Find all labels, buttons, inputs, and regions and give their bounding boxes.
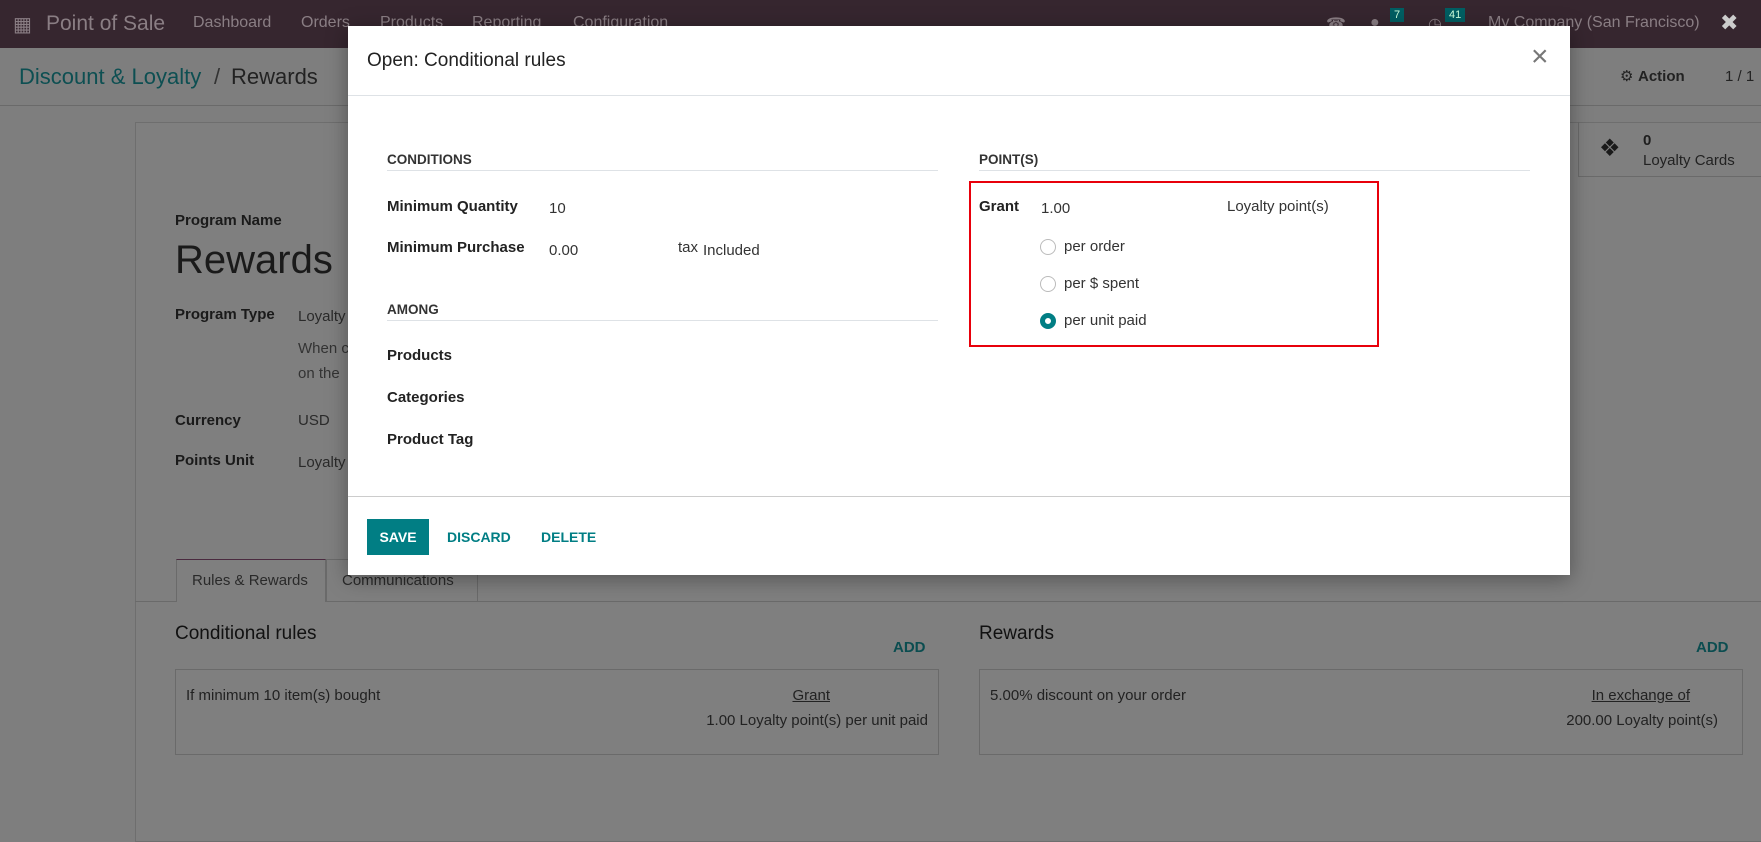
- delete-button[interactable]: DELETE: [529, 519, 608, 555]
- option-per-order[interactable]: per order: [1064, 238, 1125, 255]
- among-divider: [387, 320, 938, 321]
- program-type-value[interactable]: Loyalty: [298, 308, 346, 325]
- reward-card[interactable]: 5.00% discount on your order In exchange…: [979, 669, 1743, 755]
- pager[interactable]: 1 / 1: [1725, 68, 1754, 85]
- reward-exchange-value: 200.00 Loyalty point(s): [1566, 712, 1718, 729]
- currency-label: Currency: [175, 412, 241, 429]
- grant-label: Grant: [979, 198, 1020, 215]
- loyalty-cards-stat-button[interactable]: ❖ 0 Loyalty Cards: [1578, 122, 1761, 177]
- menu-orders[interactable]: Orders: [301, 14, 350, 32]
- min-quantity-input[interactable]: 10: [549, 200, 566, 217]
- stat-count: 0: [1643, 132, 1652, 149]
- footer-divider: [348, 496, 1570, 497]
- rule-grant-label: Grant: [792, 687, 830, 704]
- add-reward-button[interactable]: ADD: [1696, 639, 1729, 656]
- points-unit-label: Points Unit: [175, 452, 255, 469]
- radio-per-order[interactable]: [1040, 239, 1056, 255]
- activities-badge: 41: [1445, 8, 1466, 22]
- program-name[interactable]: Rewards: [175, 238, 333, 283]
- products-label: Products: [387, 347, 453, 364]
- points-unit: Loyalty point(s): [1227, 198, 1329, 215]
- min-purchase-input[interactable]: 0.00: [549, 242, 578, 259]
- reward-description: 5.00% discount on your order: [990, 687, 1186, 704]
- stat-label: Loyalty Cards: [1643, 152, 1735, 169]
- program-name-label: Program Name: [175, 212, 282, 229]
- gear-icon: ⚙: [1620, 68, 1634, 85]
- breadcrumb-current: Rewards: [231, 64, 318, 89]
- among-header: AMONG: [387, 302, 439, 317]
- option-per-unit-paid[interactable]: per unit paid: [1064, 312, 1147, 329]
- tax-mode-prefix: tax: [678, 239, 699, 256]
- min-quantity-label: Minimum Quantity: [387, 198, 518, 215]
- conditions-header: CONDITIONS: [387, 152, 472, 167]
- tags-icon: ❖: [1599, 135, 1621, 162]
- product-tag-label: Product Tag: [387, 431, 474, 448]
- currency-value[interactable]: USD: [298, 412, 330, 429]
- tab-rules-rewards[interactable]: Rules & Rewards: [176, 559, 326, 602]
- menu-dashboard[interactable]: Dashboard: [193, 14, 271, 32]
- header-divider: [348, 95, 1570, 96]
- rewards-title: Rewards: [979, 623, 1054, 644]
- reward-exchange-label: In exchange of: [1591, 687, 1690, 704]
- tools-icon[interactable]: ✖: [1720, 10, 1738, 36]
- option-per-money-spent[interactable]: per $ spent: [1064, 275, 1139, 292]
- app-name[interactable]: Point of Sale: [46, 12, 165, 36]
- points-header: POINT(S): [979, 152, 1039, 167]
- breadcrumb-separator: /: [214, 64, 221, 89]
- program-type-help-1: When c: [298, 340, 349, 357]
- save-button[interactable]: SAVE: [367, 519, 429, 555]
- conditional-rules-title: Conditional rules: [175, 623, 317, 644]
- rule-card[interactable]: If minimum 10 item(s) bought Grant 1.00 …: [175, 669, 939, 755]
- close-icon[interactable]: ×: [1531, 40, 1549, 74]
- action-button[interactable]: Action: [1638, 68, 1685, 85]
- min-purchase-label: Minimum Purchase: [387, 239, 525, 256]
- rule-grant-value: 1.00 Loyalty point(s) per unit paid: [706, 712, 928, 729]
- points-unit-value[interactable]: Loyalty: [298, 454, 346, 471]
- points-divider: [979, 170, 1530, 171]
- add-rule-button[interactable]: ADD: [893, 639, 926, 656]
- radio-per-money-spent[interactable]: [1040, 276, 1056, 292]
- rule-condition: If minimum 10 item(s) bought: [186, 687, 381, 704]
- program-type-label: Program Type: [175, 306, 275, 323]
- breadcrumb-parent[interactable]: Discount & Loyalty: [19, 64, 201, 90]
- program-type-help-2: on the: [298, 365, 340, 382]
- conditions-divider: [387, 170, 938, 171]
- categories-label: Categories: [387, 389, 465, 406]
- tax-mode-select[interactable]: Included: [703, 242, 760, 259]
- apps-menu-icon[interactable]: ▦: [13, 12, 32, 37]
- discard-button[interactable]: DISCARD: [435, 519, 523, 555]
- dialog-title: Open: Conditional rules: [367, 50, 566, 71]
- grant-input[interactable]: 1.00: [1041, 200, 1070, 217]
- messages-badge: 7: [1390, 8, 1405, 22]
- radio-per-unit-paid[interactable]: [1040, 313, 1056, 329]
- conditional-rules-dialog: Open: Conditional rules × CONDITIONS Min…: [348, 26, 1570, 575]
